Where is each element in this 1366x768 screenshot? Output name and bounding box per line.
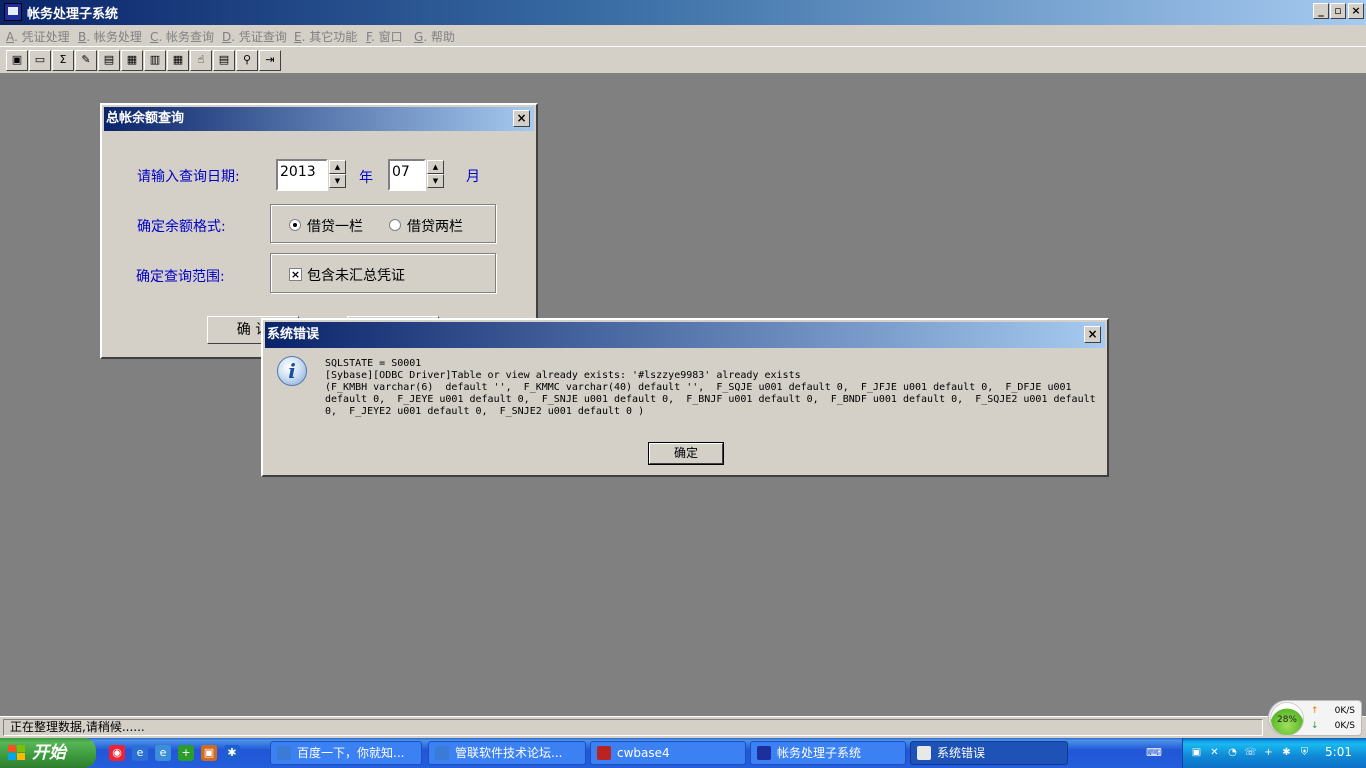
- month-up-icon[interactable]: ▲: [427, 160, 444, 174]
- format-one-column-radio[interactable]: [289, 219, 301, 231]
- year-down-icon[interactable]: ▼: [329, 174, 346, 188]
- error-dialog-title: 系统错误: [265, 322, 1105, 348]
- keyboard-icon[interactable]: ⌨: [1146, 745, 1162, 761]
- format-one-column-label: 借贷一栏: [307, 219, 363, 235]
- bluetooth-tray-icon[interactable]: ✱: [1279, 745, 1294, 760]
- restore-button[interactable]: ▫: [1330, 3, 1346, 19]
- toolbar-table-icon[interactable]: ▥: [144, 50, 166, 71]
- year-up-icon[interactable]: ▲: [329, 160, 346, 174]
- qq-penguin-icon[interactable]: ◉: [109, 745, 125, 761]
- format-group: 借贷一栏 借贷两栏: [270, 204, 496, 243]
- year-input[interactable]: 2013: [276, 159, 328, 191]
- task-system-error[interactable]: 系统错误: [910, 741, 1068, 765]
- format-two-column-radio[interactable]: [389, 219, 401, 231]
- toolbar-voucher-icon[interactable]: ▣: [6, 50, 28, 71]
- toolbar-ledger-icon[interactable]: ▤: [98, 50, 120, 71]
- app-window-icon: [757, 746, 771, 760]
- toolbar-card-icon[interactable]: ▭: [29, 50, 51, 71]
- year-spinner[interactable]: ▲ ▼: [329, 160, 346, 188]
- bluetooth-icon[interactable]: ✱: [224, 745, 240, 761]
- 360-tray-icon[interactable]: +: [1261, 745, 1276, 760]
- month-down-icon[interactable]: ▼: [427, 174, 444, 188]
- status-bar: 正在整理数据,请稍候......: [0, 716, 1366, 738]
- start-label: 开始: [32, 743, 66, 763]
- ie-icon: [435, 746, 449, 760]
- start-button[interactable]: 开始: [0, 738, 96, 768]
- toolbar-sheet-icon[interactable]: ▦: [167, 50, 189, 71]
- phone-icon[interactable]: ☏: [1243, 745, 1258, 760]
- include-unsummarized-checkbox[interactable]: ×: [289, 268, 302, 281]
- menu-account-processing[interactable]: B. 帐务处理: [78, 28, 142, 45]
- upload-arrow-icon: ↑: [1311, 706, 1319, 716]
- query-dialog-close-button[interactable]: ×: [513, 110, 530, 127]
- menu-voucher-processing[interactable]: A. 凭证处理: [6, 28, 70, 45]
- windows-flag-icon: [8, 745, 26, 761]
- toolbar-hand-icon[interactable]: ☝: [190, 50, 212, 71]
- menu-other-functions[interactable]: E. 其它功能: [294, 28, 357, 45]
- format-two-column-label: 借贷两栏: [407, 219, 463, 235]
- system-tray: ▣ ✕ ◔ ☏ + ✱ ⛨ 5:01: [1182, 738, 1366, 768]
- task-accounting-system[interactable]: 帐务处理子系统: [750, 741, 906, 765]
- minimize-button[interactable]: _: [1313, 3, 1329, 19]
- toolbar-exit-icon[interactable]: ⇥: [259, 50, 281, 71]
- status-text: 正在整理数据,请稍候......: [3, 719, 1263, 736]
- scope-group: × 包含未汇总凭证: [270, 253, 496, 293]
- scope-label: 确定查询范围:: [136, 269, 225, 285]
- month-spinner[interactable]: ▲ ▼: [427, 160, 444, 188]
- menu-help[interactable]: G. 帮助: [414, 28, 455, 45]
- error-dialog-close-button[interactable]: ×: [1084, 326, 1101, 343]
- ie-icon: [277, 746, 291, 760]
- toolbar-sum-icon[interactable]: Σ: [52, 50, 74, 71]
- window-title: 帐务处理子系统: [27, 7, 119, 22]
- info-icon: i: [277, 356, 307, 386]
- taskbar: 开始 ◉ e e + ▣ ✱ 百度一下，你就知... 管联软件技术论坛... c…: [0, 738, 1366, 768]
- desktop-icon[interactable]: ▣: [201, 745, 217, 761]
- network-disabled-icon[interactable]: ✕: [1207, 745, 1222, 760]
- menu-window[interactable]: F. 窗口: [366, 28, 403, 45]
- clock[interactable]: 5:01: [1325, 745, 1352, 759]
- ie-alt-icon[interactable]: e: [155, 745, 171, 761]
- menu-bar: A. 凭证处理 B. 帐务处理 C. 帐务查询 D. 凭证查询 E. 其它功能 …: [0, 25, 1366, 46]
- query-dialog-title: 总帐余额查询: [104, 107, 534, 131]
- shield-icon[interactable]: ⛨: [1297, 745, 1312, 760]
- volume-icon[interactable]: ◔: [1225, 745, 1240, 760]
- download-rate: 0K/S: [1334, 721, 1355, 731]
- dialog-window-icon: [917, 746, 931, 760]
- network-percent-gauge: 28%: [1270, 702, 1304, 736]
- task-cwbase4[interactable]: cwbase4: [590, 741, 746, 765]
- main-title-bar: 帐务处理子系统 _ ▫ ×: [0, 0, 1366, 25]
- month-input[interactable]: 07: [388, 159, 426, 191]
- app-window-icon: [597, 746, 611, 760]
- date-label: 请输入查询日期:: [137, 169, 240, 185]
- toolbar-edit-icon[interactable]: ✎: [75, 50, 97, 71]
- upload-rate: 0K/S: [1334, 706, 1355, 716]
- error-ok-button[interactable]: 确定: [648, 442, 724, 465]
- 360-guard-icon[interactable]: +: [178, 745, 194, 761]
- menu-account-query[interactable]: C. 帐务查询: [150, 28, 214, 45]
- month-unit-label: 月: [466, 169, 480, 185]
- download-arrow-icon: ↓: [1311, 721, 1319, 731]
- toolbar-grid-icon[interactable]: ▦: [121, 50, 143, 71]
- error-message: SQLSTATE = S0001 [Sybase][ODBC Driver]Ta…: [325, 358, 1096, 417]
- app-icon: [4, 3, 22, 21]
- error-dialog: 系统错误 × i SQLSTATE = S0001 [Sybase][ODBC …: [261, 318, 1109, 477]
- toolbar-list-icon[interactable]: ▤: [213, 50, 235, 71]
- menu-voucher-query[interactable]: D. 凭证查询: [222, 28, 287, 45]
- include-unsummarized-label: 包含未汇总凭证: [307, 268, 405, 284]
- format-label: 确定余额格式:: [137, 219, 226, 235]
- task-baidu[interactable]: 百度一下，你就知...: [270, 741, 422, 765]
- network-speed-widget[interactable]: 28% ↑ 0K/S ↓ 0K/S: [1268, 700, 1362, 736]
- toolbar-search-icon[interactable]: ⚲: [236, 50, 258, 71]
- ie-browser-icon[interactable]: e: [132, 745, 148, 761]
- network-icon[interactable]: ▣: [1189, 745, 1204, 760]
- toolbar: ▣ ▭ Σ ✎ ▤ ▦ ▥ ▦ ☝ ▤ ⚲ ⇥: [0, 46, 1366, 74]
- close-button[interactable]: ×: [1348, 3, 1364, 19]
- year-unit-label: 年: [359, 170, 373, 186]
- task-forum[interactable]: 管联软件技术论坛...: [428, 741, 586, 765]
